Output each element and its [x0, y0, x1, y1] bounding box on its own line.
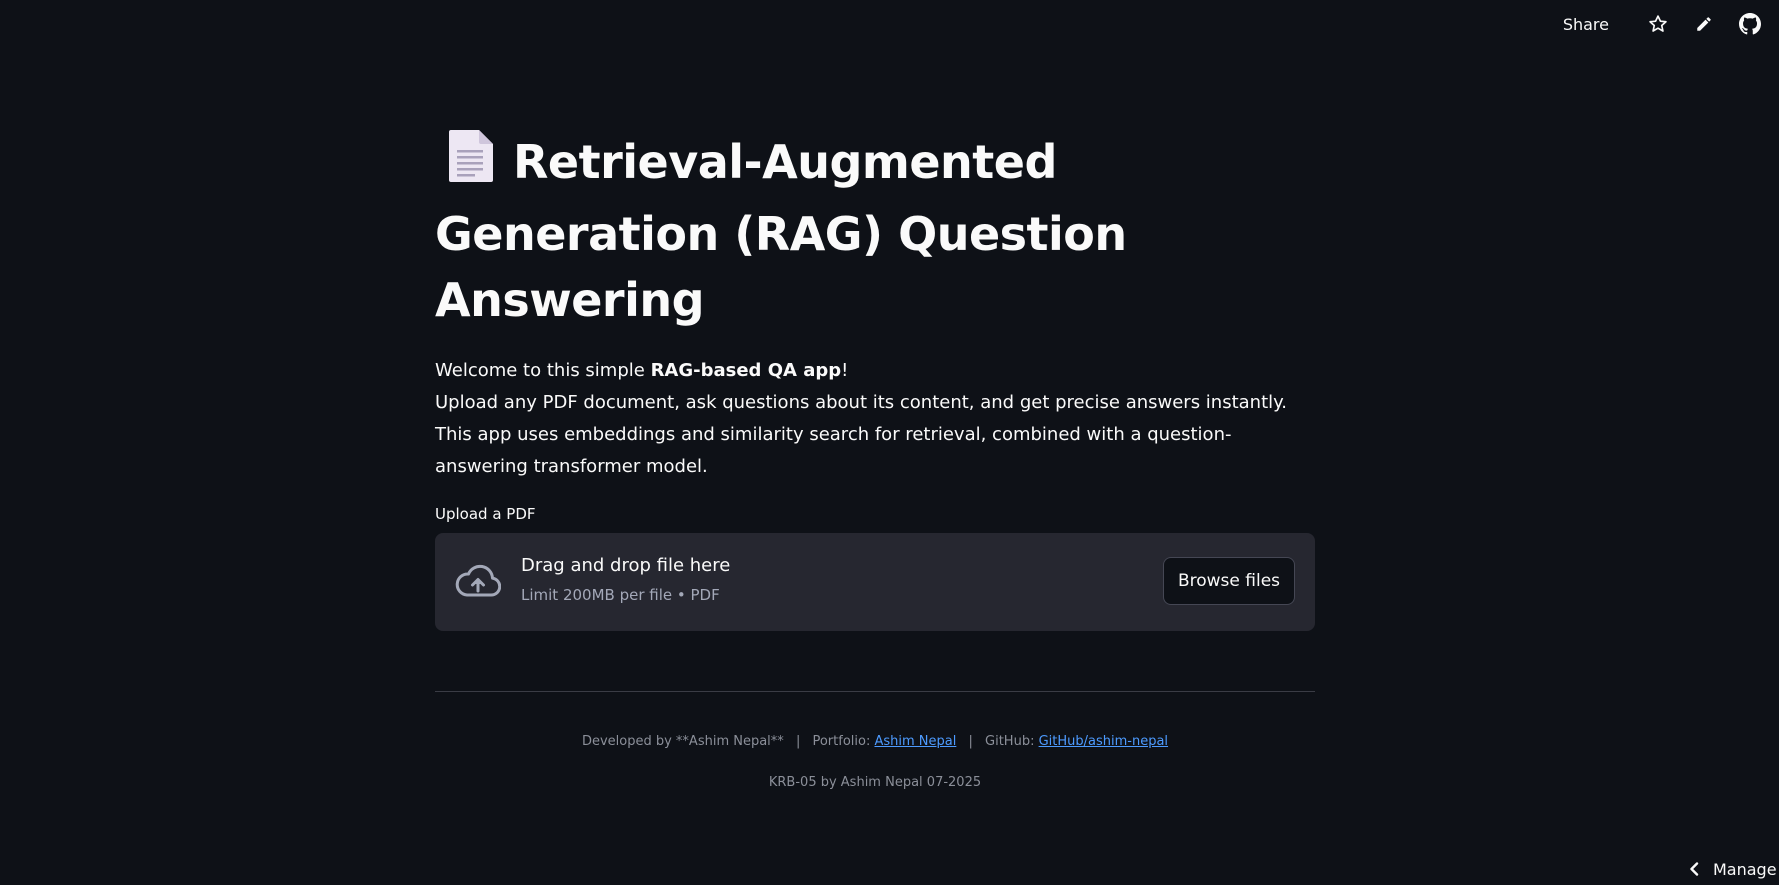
github-link[interactable]: GitHub/ashim-nepal	[1039, 734, 1168, 749]
page-facing-up-icon	[447, 128, 495, 201]
chevron-left-icon	[1689, 862, 1699, 876]
footer: Developed by **Ashim Nepal** | Portfolio…	[435, 734, 1315, 749]
star-icon[interactable]	[1647, 13, 1669, 35]
manage-app-button[interactable]: Manage app	[1679, 853, 1779, 885]
divider	[435, 691, 1315, 692]
main-content: Retrieval-Augmented Generation (RAG) Que…	[435, 128, 1315, 790]
dropzone-instructions: Drag and drop file here Limit 200MB per …	[521, 555, 730, 604]
page-title: Retrieval-Augmented Generation (RAG) Que…	[435, 128, 1315, 333]
share-button[interactable]: Share	[1563, 15, 1609, 34]
toolbar: Share	[1563, 0, 1779, 48]
github-icon[interactable]	[1739, 13, 1761, 35]
portfolio-link[interactable]: Ashim Nepal	[874, 734, 956, 749]
github-label: GitHub:	[985, 734, 1035, 749]
upload-label: Upload a PDF	[435, 505, 536, 523]
intro-line-2: Upload any PDF document, ask questions a…	[435, 392, 1287, 413]
cloud-upload-icon	[455, 563, 502, 603]
intro-line-3: This app uses embeddings and similarity …	[435, 424, 1232, 477]
portfolio-label: Portfolio:	[812, 734, 871, 749]
drag-drop-text: Drag and drop file here	[521, 555, 731, 576]
page-title-text: Retrieval-Augmented Generation (RAG) Que…	[435, 135, 1127, 327]
version-credit: KRB-05 by Ashim Nepal 07-2025	[768, 775, 982, 790]
footer-separator: |	[795, 734, 801, 749]
intro-line-1: Welcome to this simple RAG-based QA app!	[435, 360, 849, 381]
file-dropzone[interactable]: Drag and drop file here Limit 200MB per …	[435, 533, 1315, 631]
manage-app-label: Manage app	[1713, 859, 1779, 879]
browse-files-button[interactable]: Browse files	[1163, 557, 1295, 605]
pencil-icon[interactable]	[1693, 13, 1715, 35]
developer-credit: Developed by **Ashim Nepal**	[581, 734, 784, 749]
app-name: RAG-based QA app	[650, 360, 842, 381]
footer-separator: |	[968, 734, 973, 749]
file-limit-text: Limit 200MB per file • PDF	[521, 586, 720, 604]
intro-text: Welcome to this simple RAG-based QA app!…	[435, 355, 1315, 483]
